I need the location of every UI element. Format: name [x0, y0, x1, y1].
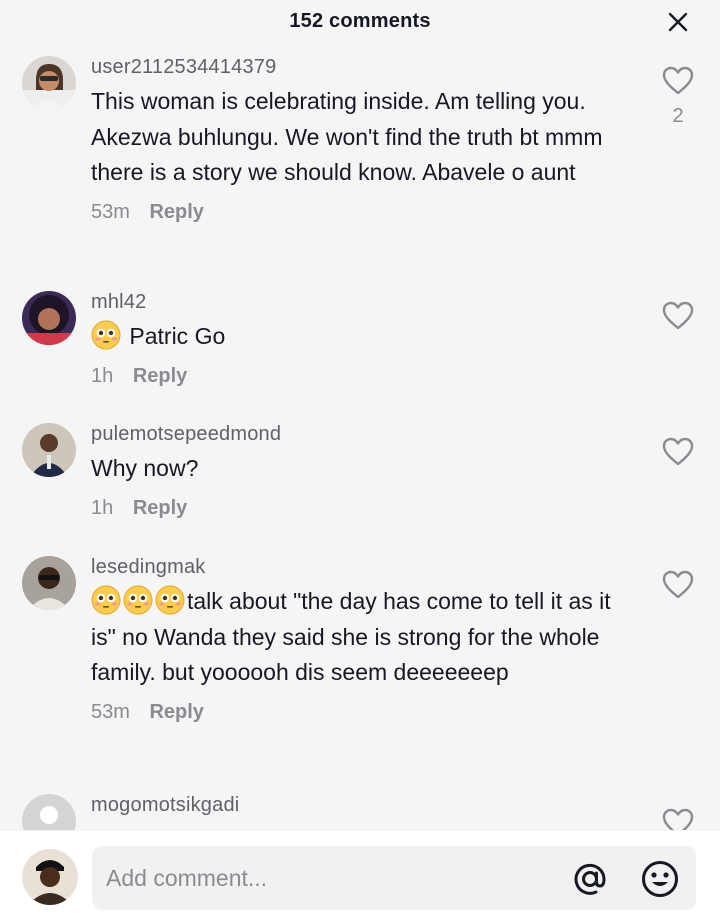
reply-button[interactable]: Reply: [149, 701, 203, 723]
comment-username[interactable]: mogomotsikgadi: [91, 794, 631, 816]
comment-time: 53m: [91, 700, 130, 723]
comment-time: 1h: [91, 364, 114, 387]
comment-text: This woman is celebrating inside. Am tel…: [91, 88, 603, 185]
comment-text: talk about "the day has come to tell it …: [91, 584, 631, 691]
flushed-face-emoji: [91, 585, 121, 615]
comment-username[interactable]: lesedingmak: [91, 556, 631, 578]
avatar[interactable]: [22, 794, 76, 830]
comment-list[interactable]: user2112534414379 This woman is celebrat…: [0, 44, 720, 830]
flushed-face-emoji: [91, 320, 121, 350]
heart-icon: [662, 437, 694, 466]
avatar[interactable]: [22, 291, 76, 345]
comment-input-box[interactable]: [92, 846, 696, 910]
reply-button[interactable]: Reply: [133, 497, 187, 519]
heart-icon: [662, 66, 694, 95]
like-button[interactable]: 2: [662, 66, 694, 128]
comment-composer: [0, 831, 720, 921]
comment-time: 1h: [91, 496, 114, 519]
comment-text-content: Patric Go: [129, 323, 226, 349]
reply-button[interactable]: Reply: [133, 365, 187, 387]
like-count: 2: [672, 105, 684, 127]
comment-username[interactable]: mhl42: [91, 291, 631, 313]
close-icon[interactable]: [664, 8, 692, 36]
flushed-face-emoji: [123, 585, 153, 615]
comment-text: Why now?: [91, 455, 199, 481]
comment-username[interactable]: user2112534414379: [91, 56, 631, 78]
comment-username[interactable]: pulemotsepeedmond: [91, 423, 631, 445]
avatar[interactable]: [22, 556, 76, 610]
comment-text: Patric Go: [91, 319, 631, 355]
comments-header: 152 comments: [0, 0, 720, 44]
comments-count-title: 152 comments: [289, 10, 431, 32]
my-avatar[interactable]: [22, 849, 78, 905]
comment-meta: 53m Reply: [91, 699, 631, 725]
heart-icon: [662, 808, 694, 830]
reply-button[interactable]: Reply: [149, 201, 203, 223]
avatar[interactable]: [22, 423, 76, 477]
like-button[interactable]: [662, 808, 694, 830]
comment-input[interactable]: [106, 846, 546, 910]
heart-icon: [662, 301, 694, 330]
avatar[interactable]: [22, 56, 76, 110]
comment-time: 53m: [91, 200, 130, 223]
like-button[interactable]: [662, 570, 694, 605]
smiley-icon[interactable]: [640, 859, 680, 899]
comment-meta: 1h Reply: [91, 363, 631, 389]
comment-meta: 53m Reply: [91, 199, 631, 225]
like-button[interactable]: [662, 301, 694, 336]
comment-meta: 1h Reply: [91, 495, 631, 521]
at-sign-icon[interactable]: [570, 859, 610, 899]
flushed-face-emoji: [155, 585, 185, 615]
like-button[interactable]: [662, 437, 694, 472]
heart-icon: [662, 570, 694, 599]
